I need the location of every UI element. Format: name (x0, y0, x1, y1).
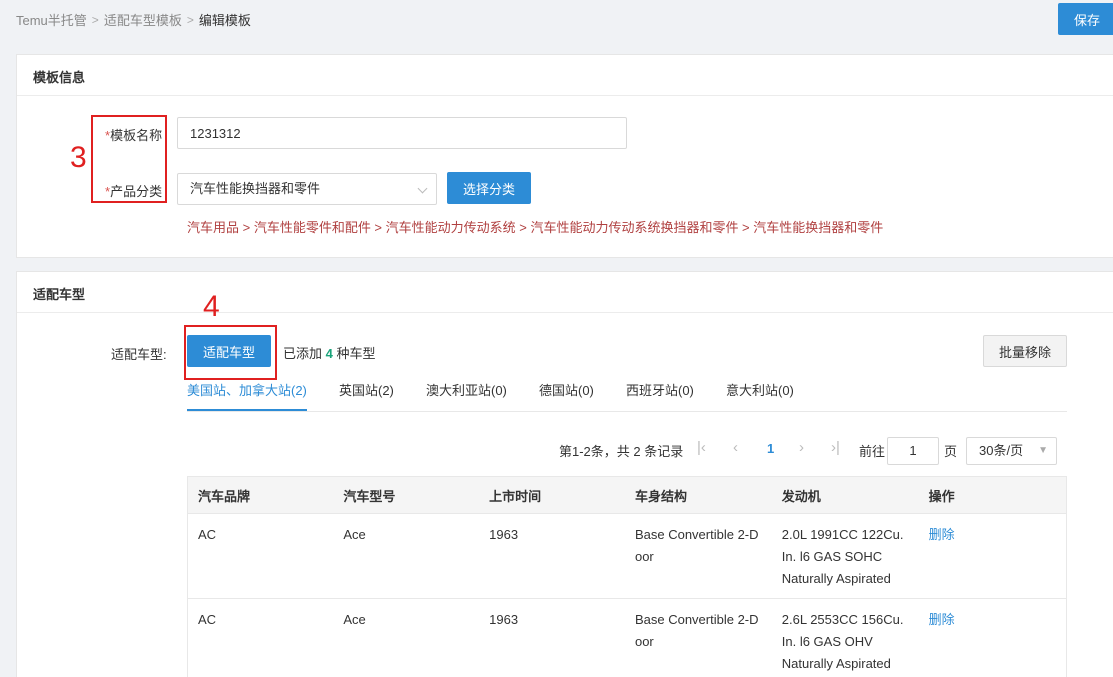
tab-australia[interactable]: 澳大利亚站(0) (426, 380, 507, 399)
cell-model: Ace (333, 598, 480, 677)
next-page-icon[interactable]: › (799, 439, 804, 456)
table-row: AC Ace 1963 Base Convertible 2-Door 2.0L… (187, 513, 1067, 599)
breadcrumb-item-templates[interactable]: 适配车型模板 (104, 10, 182, 29)
annotation-number-4: 4 (203, 290, 220, 323)
site-tabs: 美国站、加拿大站(2) 英国站(2) 澳大利亚站(0) 德国站(0) 西班牙站(… (187, 374, 1067, 412)
table-row: AC Ace 1963 Base Convertible 2-Door 2.6L… (187, 598, 1067, 677)
pagination: 第1-2条，共 2 条记录 |‹ ‹ 1 › ›| 前往 1 页 30条/页 ▼ (559, 437, 1069, 465)
delete-link[interactable]: 删除 (929, 612, 955, 627)
header-model: 汽车型号 (333, 476, 480, 514)
annotation-box-3 (91, 115, 167, 203)
cell-brand: AC (187, 513, 334, 599)
pagination-summary: 第1-2条，共 2 条记录 (559, 444, 684, 459)
cell-model: Ace (333, 513, 480, 599)
breadcrumb: Temu半托管 > 适配车型模板 > 编辑模板 (16, 10, 251, 29)
tab-italy[interactable]: 意大利站(0) (726, 380, 794, 399)
template-name-input[interactable] (177, 117, 627, 149)
save-button[interactable]: 保存 (1058, 3, 1113, 35)
batch-remove-button[interactable]: 批量移除 (983, 335, 1067, 367)
breadcrumb-item-root[interactable]: Temu半托管 (16, 10, 87, 29)
added-count-text: 已添加 4 种车型 (283, 346, 376, 361)
chevron-down-icon (417, 183, 428, 194)
top-bar: Temu半托管 > 适配车型模板 > 编辑模板 保存 (0, 0, 1113, 40)
annotation-number-3: 3 (70, 141, 87, 174)
header-year: 上市时间 (479, 476, 625, 514)
dropdown-caret-icon: ▼ (1038, 445, 1048, 456)
current-page[interactable]: 1 (767, 441, 774, 456)
cell-body: Base Convertible 2-Door (624, 598, 772, 677)
header-engine: 发动机 (771, 476, 919, 514)
header-action: 操作 (918, 476, 1067, 514)
active-tab-indicator (187, 409, 307, 411)
table-header-row: 汽车品牌 汽车型号 上市时间 车身结构 发动机 操作 (187, 476, 1067, 514)
annotation-box-4 (184, 325, 277, 380)
fit-field-label: 适配车型: (111, 347, 167, 362)
header-brand: 汽车品牌 (187, 476, 334, 514)
last-page-icon[interactable]: ›| (831, 439, 840, 456)
prev-page-icon[interactable]: ‹ (733, 439, 738, 456)
category-path: 汽车用品 > 汽车性能零件和配件 > 汽车性能动力传动系统 > 汽车性能动力传动… (187, 220, 884, 235)
breadcrumb-separator: > (91, 12, 99, 27)
cell-engine: 2.0L 1991CC 122Cu. In. l6 GAS SOHC Natur… (771, 513, 919, 599)
cell-action: 删除 (918, 598, 1067, 677)
page-size-value: 30条/页 (979, 443, 1024, 458)
cell-body: Base Convertible 2-Door (624, 513, 772, 599)
template-info-title: 模板信息 (17, 55, 1113, 96)
template-info-panel: 模板信息 *模板名称 *产品分类 汽车性能换挡器和零件 选择分类 汽车用品 > … (16, 54, 1113, 258)
tab-uk[interactable]: 英国站(2) (339, 380, 394, 399)
page-suffix: 页 (944, 444, 958, 459)
category-select[interactable]: 汽车性能换挡器和零件 (177, 173, 437, 205)
cell-year: 1963 (479, 513, 625, 599)
page-size-select[interactable]: 30条/页 ▼ (966, 437, 1057, 465)
breadcrumb-current: 编辑模板 (198, 13, 251, 28)
added-count: 4 (325, 346, 333, 361)
fit-vehicles-title: 适配车型 (17, 272, 1113, 313)
tab-germany[interactable]: 德国站(0) (539, 380, 594, 399)
choose-category-button[interactable]: 选择分类 (447, 172, 531, 204)
first-page-icon[interactable]: |‹ (697, 439, 706, 456)
goto-label: 前往 (859, 444, 886, 459)
tab-us-ca[interactable]: 美国站、加拿大站(2) (187, 380, 307, 399)
cell-action: 删除 (918, 513, 1067, 599)
delete-link[interactable]: 删除 (929, 527, 955, 542)
category-select-value: 汽车性能换挡器和零件 (190, 181, 321, 196)
cell-brand: AC (187, 598, 334, 677)
breadcrumb-separator: > (186, 12, 194, 27)
tab-spain[interactable]: 西班牙站(0) (626, 380, 694, 399)
cell-year: 1963 (479, 598, 625, 677)
header-body: 车身结构 (624, 476, 772, 514)
fit-vehicles-panel: 适配车型 适配车型: 适配车型 已添加 4 种车型 批量移除 4 美国站、加拿大… (16, 271, 1113, 677)
goto-page-input[interactable]: 1 (887, 437, 939, 465)
vehicle-table: 汽车品牌 汽车型号 上市时间 车身结构 发动机 操作 AC Ace 1963 B… (187, 476, 1067, 677)
cell-engine: 2.6L 2553CC 156Cu. In. l6 GAS OHV Natura… (771, 598, 919, 677)
